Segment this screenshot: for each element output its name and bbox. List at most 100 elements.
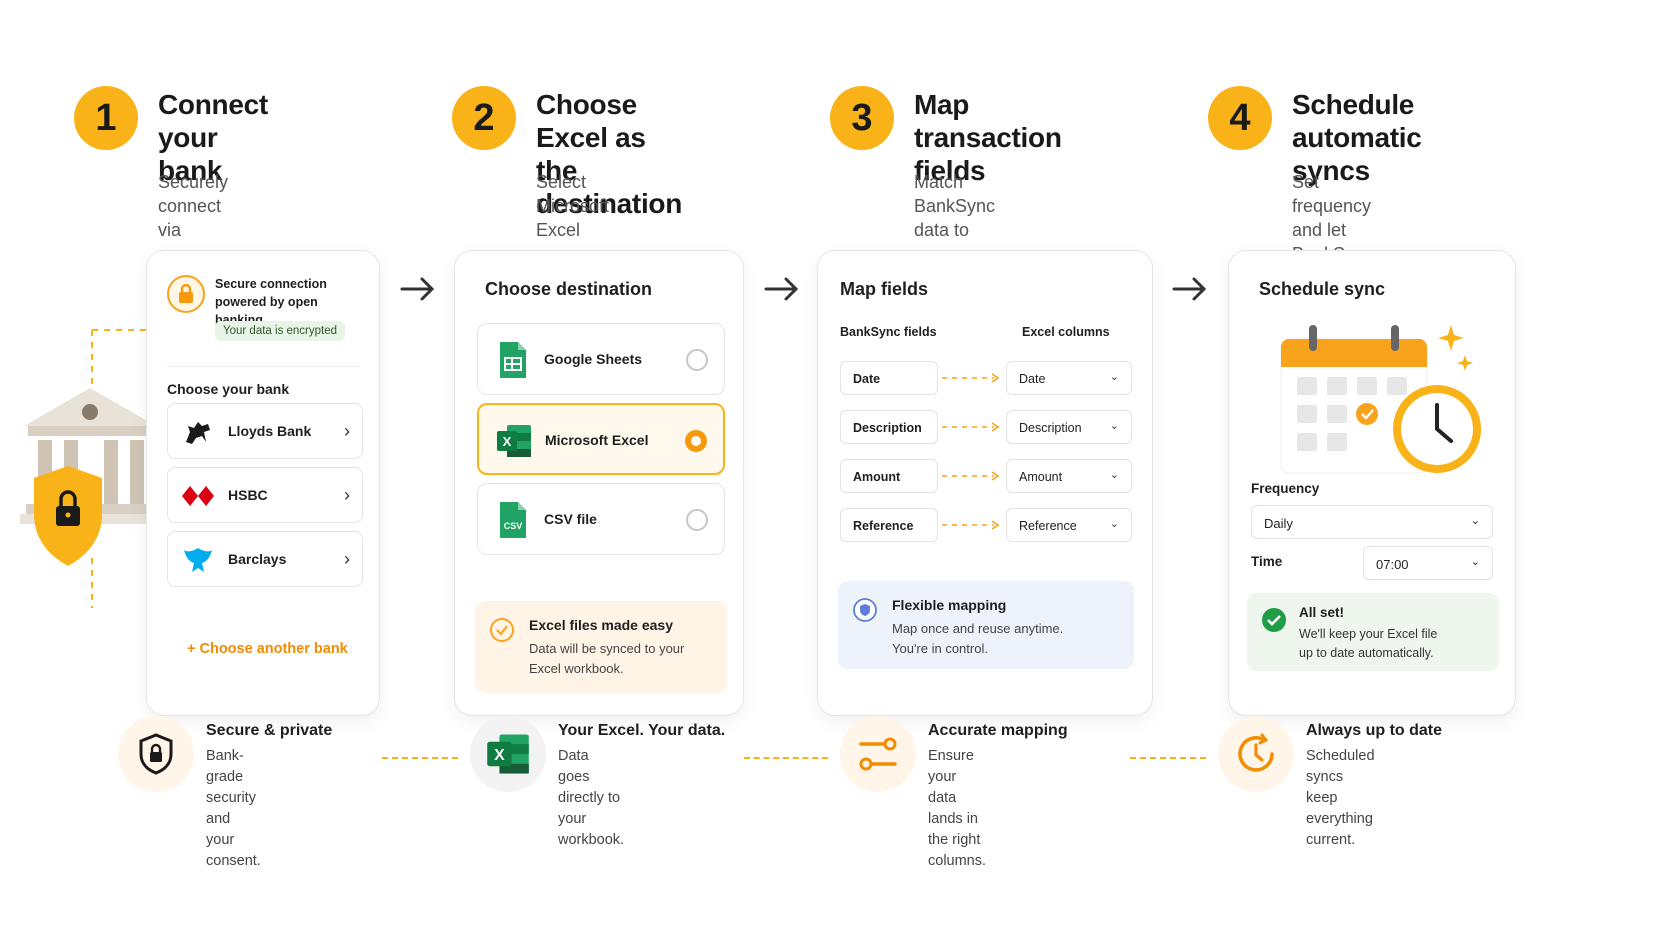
source-field: Date: [840, 361, 938, 395]
target-column-select[interactable]: Amount ⌄: [1006, 459, 1132, 493]
target-column-select[interactable]: Date ⌄: [1006, 361, 1132, 395]
eagle-icon: [184, 548, 212, 572]
choose-another-bank-link[interactable]: + Choose another bank: [187, 641, 348, 657]
radio-button[interactable]: [686, 509, 708, 531]
calendar-clock-illustration: [1280, 325, 1481, 474]
horse-icon: [186, 422, 210, 444]
svg-text:X: X: [494, 747, 505, 764]
target-column-select[interactable]: Description ⌄: [1006, 410, 1132, 444]
excel-icon: X: [497, 425, 531, 457]
chevron-down-icon: ⌄: [1109, 469, 1119, 481]
step-number: 2: [452, 86, 516, 150]
dashed-arrow-icon: [942, 422, 1000, 432]
schedule-sync-card: Schedule sync Frequency Daily ⌄ Time 07:…: [1228, 250, 1516, 716]
arrow-right-icon: [1172, 277, 1207, 301]
choose-destination-card: Choose destination Google Sheets X Micro…: [454, 250, 744, 716]
feature-title: Secure & private: [206, 722, 333, 739]
destination-option-google-sheets[interactable]: Google Sheets: [477, 323, 725, 395]
radio-button[interactable]: [686, 349, 708, 371]
feature-title: Your Excel. Your data.: [558, 722, 726, 739]
time-label: Time: [1251, 554, 1283, 569]
connect-bank-card: Secure connection powered by open bankin…: [146, 250, 380, 716]
feature-body: Scheduled syncs keep everything current.: [1306, 748, 1375, 848]
card-title: Choose destination: [485, 279, 653, 299]
feature-body: Data goes directly to your workbook.: [558, 748, 625, 848]
time-select[interactable]: 07:00 ⌄: [1363, 546, 1493, 580]
destination-option-csv[interactable]: CSV CSV file: [477, 483, 725, 555]
excel-icon: X: [470, 716, 546, 792]
bank-name: Barclays: [228, 551, 287, 567]
dashed-divider: [1130, 757, 1206, 759]
feature-title: Accurate mapping: [928, 722, 1068, 739]
destination-name: CSV file: [544, 511, 597, 527]
step-number: 4: [1208, 86, 1272, 150]
secure-connection-banner: Secure connection powered by open bankin…: [167, 271, 359, 367]
google-sheets-icon: [500, 342, 526, 378]
bank-option-barclays[interactable]: Barclays ›: [167, 531, 363, 587]
target-column-value: Description: [1019, 421, 1082, 435]
encrypted-badge: Your data is encrypted: [215, 321, 346, 341]
info-body: Data will be synced to your Excel workbo…: [529, 641, 685, 676]
info-title: Excel files made easy: [529, 617, 673, 633]
csv-file-icon: CSV: [500, 502, 526, 538]
chevron-right-icon: ›: [344, 549, 350, 569]
clock-refresh-icon: [1218, 716, 1294, 792]
choose-bank-label: Choose your bank: [167, 381, 290, 397]
target-column-value: Reference: [1019, 519, 1077, 533]
target-column-value: Date: [1019, 372, 1046, 386]
svg-text:X: X: [503, 434, 512, 449]
destination-name: Microsoft Excel: [545, 432, 649, 448]
column-header-target: Excel columns: [1022, 325, 1110, 339]
card-title: Schedule sync: [1259, 279, 1386, 299]
chevron-right-icon: ›: [344, 485, 350, 505]
mapping-icon: [840, 716, 916, 792]
source-field: Description: [840, 410, 938, 444]
check-circle-icon: [490, 618, 514, 642]
card-title: Map fields: [840, 279, 929, 299]
arrow-right-icon: [400, 277, 435, 301]
arrow-right-icon: [764, 277, 799, 301]
svg-text:CSV: CSV: [504, 521, 523, 531]
chevron-down-icon: ⌄: [1470, 556, 1480, 568]
dashed-arrow-icon: [942, 520, 1000, 530]
dashed-arrow-icon: [942, 373, 1000, 383]
bank-shield-illustration: [20, 329, 160, 608]
dashed-arrow-icon: [942, 471, 1000, 481]
chevron-down-icon: ⌄: [1109, 518, 1119, 530]
source-field: Amount: [840, 459, 938, 493]
all-set-body: We'll keep your Excel file up to date au…: [1299, 627, 1438, 660]
all-set-title: All set!: [1299, 605, 1345, 620]
frequency-label: Frequency: [1251, 481, 1320, 496]
frequency-value: Daily: [1264, 516, 1293, 531]
bank-option-lloyds[interactable]: Lloyds Bank ›: [167, 403, 363, 459]
bank-name: Lloyds Bank: [228, 423, 312, 439]
step-number: 1: [74, 86, 138, 150]
lock-icon: [167, 275, 205, 313]
frequency-select[interactable]: Daily ⌄: [1251, 505, 1493, 539]
chevron-down-icon: ⌄: [1470, 515, 1480, 527]
target-column-select[interactable]: Reference ⌄: [1006, 508, 1132, 542]
target-column-value: Amount: [1019, 470, 1063, 484]
chevron-down-icon: ⌄: [1109, 371, 1119, 383]
dashed-divider: [744, 757, 828, 759]
bank-option-hsbc[interactable]: HSBC ›: [167, 467, 363, 523]
hsbc-hexagon-icon: [182, 486, 214, 506]
radio-button-selected[interactable]: [685, 430, 707, 452]
chevron-right-icon: ›: [344, 421, 350, 441]
feature-title: Always up to date: [1306, 722, 1443, 739]
info-title: Flexible mapping: [892, 597, 1007, 613]
all-set-confirmation: All set! We'll keep your Excel file up t…: [1247, 593, 1499, 671]
info-body: Map once and reuse anytime. You're in co…: [892, 621, 1064, 656]
source-field: Reference: [840, 508, 938, 542]
flexible-mapping-info-box: Flexible mapping Map once and reuse anyt…: [838, 581, 1134, 669]
step-number: 3: [830, 86, 894, 150]
check-circle-icon: [1262, 608, 1286, 632]
destination-option-microsoft-excel[interactable]: X Microsoft Excel: [477, 403, 725, 475]
time-value: 07:00: [1376, 557, 1409, 572]
map-fields-card: Map fields BankSync fields Excel columns…: [817, 250, 1153, 716]
feature-body: Ensure your data lands in the right colu…: [928, 748, 987, 869]
feature-body: Bank-grade security and your consent.: [206, 748, 261, 869]
chevron-down-icon: ⌄: [1109, 420, 1119, 432]
bank-name: HSBC: [228, 487, 268, 503]
dashed-divider: [382, 757, 458, 759]
